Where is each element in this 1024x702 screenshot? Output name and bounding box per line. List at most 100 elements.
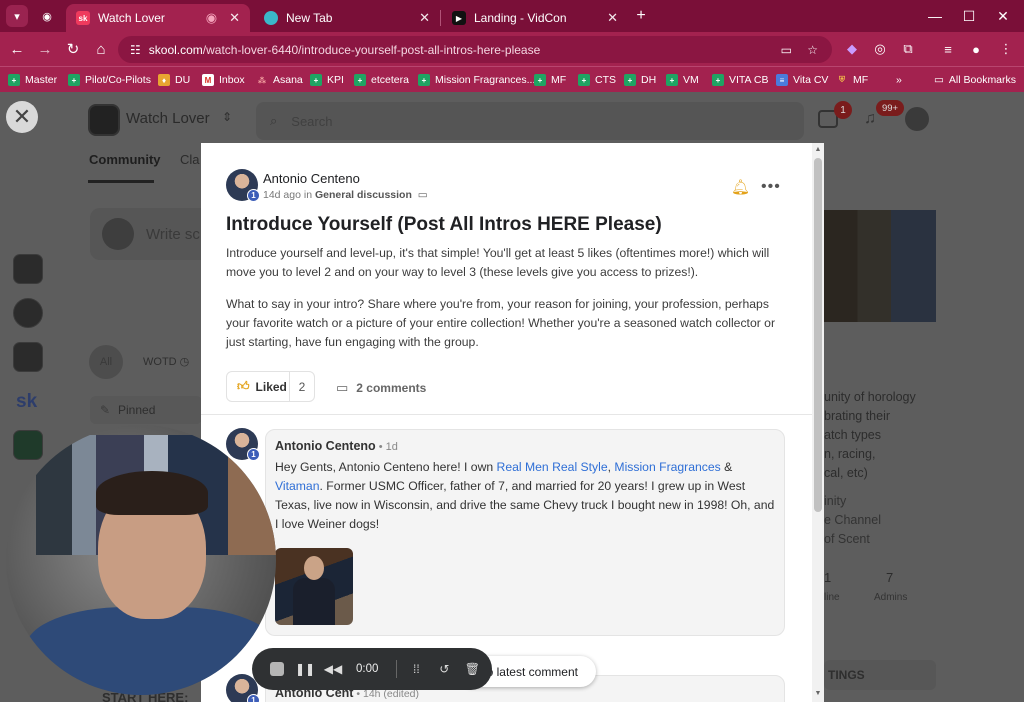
bookmark-item[interactable]: ⛨ MF xyxy=(836,72,868,88)
post-title: Introduce Yourself (Post All Intros HERE… xyxy=(226,214,662,235)
tab-classroom[interactable]: Cla xyxy=(180,152,200,167)
bookmark-item[interactable]: + MF xyxy=(534,72,566,88)
bookmark-item[interactable]: + VM xyxy=(666,72,699,88)
site-info-icon[interactable]: ☷ xyxy=(130,43,141,57)
home-icon[interactable]: ⌂ xyxy=(90,38,112,60)
audio-indicator-icon: ◉ xyxy=(205,10,218,25)
community-logo[interactable] xyxy=(88,104,120,136)
post-author-name[interactable]: Antonio Centeno xyxy=(263,171,360,186)
reading-list-icon[interactable]: ≡ xyxy=(938,39,958,59)
tab-close-icon[interactable]: ✕ xyxy=(607,10,618,26)
address-bar[interactable]: ☷ skool.com/watch-lover-6440/introduce-y… xyxy=(118,36,832,63)
filter-all-chip[interactable]: All xyxy=(89,345,123,379)
bookmark-item[interactable]: ⁂ Asana xyxy=(256,72,303,88)
vitaman-link[interactable]: Vitaman xyxy=(275,479,320,493)
comments-link[interactable]: ▭ 2 comments xyxy=(336,380,426,396)
scrollbar-thumb[interactable] xyxy=(814,158,822,512)
scroll-down-icon[interactable]: ▼ xyxy=(814,690,822,697)
comment-author-name[interactable]: Antonio Centeno • 1d xyxy=(275,439,398,453)
tab-close-icon[interactable]: ✕ xyxy=(419,10,430,26)
switch-community-icon[interactable]: ⇕ xyxy=(222,110,232,124)
webcam-bubble[interactable] xyxy=(6,425,276,695)
notifications-bell-icon[interactable]: ♫ xyxy=(864,110,876,128)
minimize-icon[interactable]: — xyxy=(918,4,952,28)
rewind-icon[interactable]: ◀◀ xyxy=(322,658,344,680)
sidebar-community-watch[interactable] xyxy=(13,298,43,328)
bookmark-item[interactable]: + CTS xyxy=(578,72,616,88)
filter-wotd-chip[interactable]: WOTD ◷ xyxy=(143,355,189,368)
bookmark-item[interactable]: ♦ DU xyxy=(158,72,190,88)
close-modal-icon[interactable]: ✕ xyxy=(6,101,38,133)
doc-icon: ≡ xyxy=(776,74,788,86)
bookmark-item[interactable]: M Inbox xyxy=(202,72,245,88)
tab-landing-vidcon[interactable]: ▶ Landing - VidCon ✕ xyxy=(442,4,628,32)
bookmark-item[interactable]: + etcetera xyxy=(354,72,409,88)
pinned-label: ✎ Pinned xyxy=(90,396,202,424)
maximize-icon[interactable]: ☐ xyxy=(952,4,986,28)
about-text-line: atch types xyxy=(824,428,881,442)
sheet-icon: + xyxy=(534,74,546,86)
tab-strip: ▾ ◉ sk Watch Lover ◉ ✕ New Tab ✕ ▶ Landi… xyxy=(0,0,1024,32)
like-label: Liked xyxy=(255,379,287,394)
bookmark-item[interactable]: + Master xyxy=(8,72,57,88)
tab-title: New Tab xyxy=(286,11,333,25)
new-tab-button[interactable]: + xyxy=(630,5,652,27)
bookmarks-overflow[interactable]: » xyxy=(896,72,902,88)
extension-circle-icon[interactable]: ◎ xyxy=(870,39,890,59)
like-count[interactable]: 2 xyxy=(290,380,314,394)
about-link[interactable]: of Scent xyxy=(824,532,870,546)
bookmark-item[interactable]: + DH xyxy=(624,72,656,88)
recording-icon[interactable]: ◉ xyxy=(36,5,58,27)
sidebar-community-shield[interactable] xyxy=(13,254,43,284)
close-window-icon[interactable]: ✕ xyxy=(986,4,1020,28)
search-input[interactable]: ⌕ Search xyxy=(256,102,804,140)
extension-purple-icon[interactable]: ◆ xyxy=(842,39,862,59)
bell-icon[interactable]: 🔔︎ xyxy=(731,178,750,196)
stop-recording-button[interactable] xyxy=(266,658,288,680)
sheet-icon: + xyxy=(354,74,366,86)
back-icon[interactable]: ← xyxy=(6,38,28,60)
extensions-puzzle-icon[interactable]: ⧉ xyxy=(898,39,918,59)
forward-icon[interactable]: → xyxy=(34,38,56,60)
url-path: /watch-lover-6440/introduce-yourself-pos… xyxy=(202,42,541,57)
bookmark-star-icon[interactable]: ☆ xyxy=(807,43,818,57)
about-link[interactable]: e Channel xyxy=(824,513,881,527)
settings-button[interactable]: TINGS xyxy=(824,660,936,690)
bookmark-item[interactable]: + KPI xyxy=(310,72,344,88)
sheet-icon: + xyxy=(666,74,678,86)
like-button[interactable]: 👍︎ Liked 2 xyxy=(226,371,315,402)
sidebar-torch-icon[interactable] xyxy=(13,205,43,235)
browser-toolbar: ← → ↻ ⌂ ☷ skool.com/watch-lover-6440/int… xyxy=(0,32,1024,66)
tab-new-tab[interactable]: New Tab ✕ xyxy=(254,4,440,32)
post-category-link[interactable]: General discussion xyxy=(315,189,412,201)
scroll-up-icon[interactable]: ▲ xyxy=(814,146,822,153)
cast-icon[interactable]: ▭ xyxy=(781,43,792,57)
all-bookmarks[interactable]: ▭ All Bookmarks xyxy=(934,72,1016,88)
write-post-input[interactable]: Write sc xyxy=(90,208,210,260)
bookmark-item[interactable]: + Mission Fragrances... xyxy=(418,72,535,88)
about-text-line: brating their xyxy=(824,409,891,423)
tab-watch-lover[interactable]: sk Watch Lover ◉ ✕ xyxy=(66,4,250,32)
restart-icon[interactable]: ↺ xyxy=(433,658,455,680)
tab-community[interactable]: Community xyxy=(89,152,161,167)
real-men-real-style-link[interactable]: Real Men Real Style xyxy=(497,460,608,474)
reload-icon[interactable]: ↻ xyxy=(62,38,84,60)
about-link[interactable]: inity xyxy=(824,494,846,508)
drag-handle-icon[interactable]: ⁞⁞ xyxy=(405,658,427,680)
bookmark-item[interactable]: + VITA CB xyxy=(712,72,768,88)
tab-close-icon[interactable]: ✕ xyxy=(229,10,240,26)
community-name[interactable]: Watch Lover xyxy=(126,110,210,127)
more-options-icon[interactable]: ••• xyxy=(761,178,781,196)
delete-icon[interactable]: 🗑︎ xyxy=(461,658,483,680)
profile-avatar-icon[interactable]: ● xyxy=(966,39,986,59)
menu-kebab-icon[interactable]: ⋮ xyxy=(996,39,1016,59)
tab-search-button[interactable]: ▾ xyxy=(6,5,28,27)
mission-fragrances-link[interactable]: Mission Fragrances xyxy=(614,460,720,474)
pause-icon[interactable]: ❚❚ xyxy=(294,658,316,680)
user-avatar[interactable] xyxy=(905,107,929,131)
skool-logo-icon[interactable]: sk xyxy=(16,391,37,413)
sidebar-community-crest[interactable] xyxy=(13,342,43,372)
bookmark-item[interactable]: + Pilot/Co-Pilots xyxy=(68,72,151,88)
comment-image-attachment[interactable] xyxy=(275,548,353,625)
bookmark-item[interactable]: ≡ Vita CV xyxy=(776,72,828,88)
